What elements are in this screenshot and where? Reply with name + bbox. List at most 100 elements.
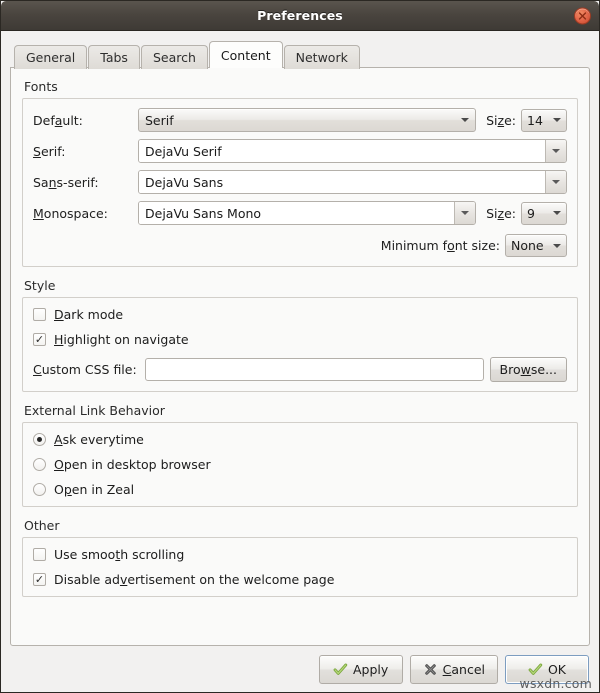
default-label-pre: Def [33, 113, 55, 128]
minimum-font-size-combo[interactable]: None [505, 234, 567, 257]
disable-advertisement-label: Disable advertisement on the welcome pag… [54, 572, 334, 587]
radio-open-in-desktop-browser-label: Open in desktop browser [54, 457, 211, 472]
monospace-font-label: Monospace: [33, 206, 138, 221]
chevron-down-icon [553, 244, 561, 248]
sans-serif-font-label: Sans-serif: [33, 175, 138, 190]
cancel-label: Cancel [443, 662, 485, 677]
smooth-scrolling-label: Use smooth scrolling [54, 547, 184, 562]
sans-serif-font-combo[interactable]: DejaVu Sans [138, 170, 567, 194]
tab-search[interactable]: Search [141, 45, 208, 69]
monospace-font-value[interactable]: DejaVu Sans Mono [139, 202, 454, 224]
chevron-down-icon [552, 180, 560, 184]
default-font-row: Default: Serif Size: 14 [33, 108, 567, 132]
smooth-label-pre: Use smoo [54, 547, 115, 562]
sans-serif-font-dropdown-button[interactable] [545, 171, 566, 193]
radio-ask-everytime-row[interactable]: Ask everytime [33, 432, 567, 447]
disable-advertisement-checkbox-row[interactable]: ✓ Disable advertisement on the welcome p… [33, 572, 567, 587]
tab-content[interactable]: Content [209, 41, 283, 68]
custom-css-input[interactable] [145, 358, 484, 381]
tab-tabs-label: Tabs [100, 50, 128, 65]
browse-label-post: se... [531, 362, 557, 377]
opt0-label-post: sk everytime [63, 432, 144, 447]
monospace-size-combo[interactable]: 9 [521, 202, 567, 225]
custom-css-label-mnemonic: C [33, 362, 42, 377]
dialog-footer: Apply Cancel OK wsxdn.com [1, 646, 599, 692]
radio-open-in-desktop-browser[interactable] [33, 458, 46, 471]
sans-serif-label-post: s-serif: [57, 175, 99, 190]
default-size-label-pre: Si [486, 113, 497, 128]
default-font-label: Default: [33, 113, 138, 128]
tab-tabs[interactable]: Tabs [88, 45, 140, 69]
smooth-label-post: h scrolling [120, 547, 184, 562]
smooth-scrolling-checkbox-row[interactable]: Use smooth scrolling [33, 547, 567, 562]
tab-search-label: Search [153, 50, 196, 65]
monospace-font-dropdown-button[interactable] [454, 202, 475, 224]
opt2-label-post: en in Zeal [72, 482, 134, 497]
tab-content-label: Content [221, 48, 271, 63]
serif-font-value[interactable]: DejaVu Serif [139, 140, 545, 162]
dialog-body: General Tabs Search Content Network Font… [1, 31, 599, 646]
highlight-on-navigate-checkbox[interactable]: ✓ [33, 333, 46, 346]
highlight-on-navigate-checkbox-row[interactable]: ✓ Highlight on navigate [33, 332, 567, 347]
highlight-label-mnemonic: H [54, 332, 63, 347]
style-group: Style Dark mode ✓ Highlight on navigate … [22, 278, 578, 392]
fonts-group-frame: Default: Serif Size: 14 Serif: [22, 98, 578, 267]
radio-ask-everytime[interactable] [33, 433, 46, 446]
chevron-down-icon [553, 118, 561, 122]
minimum-font-size-label: Minimum font size: [381, 238, 500, 253]
external-link-group-frame: Ask everytime Open in desktop browser Op… [22, 422, 578, 507]
highlight-on-navigate-label: Highlight on navigate [54, 332, 189, 347]
minimum-label-pre: Minimum f [381, 238, 447, 253]
tab-general[interactable]: General [14, 45, 87, 69]
titlebar: Preferences [1, 1, 599, 31]
monospace-size-label-post: e: [504, 206, 516, 221]
serif-font-dropdown-button[interactable] [545, 140, 566, 162]
default-font-combo[interactable]: Serif [138, 108, 476, 132]
cancel-label-post: ancel [451, 662, 485, 677]
tab-network[interactable]: Network [284, 45, 360, 69]
ok-button[interactable]: OK [505, 655, 589, 684]
disable-advertisement-checkbox[interactable]: ✓ [33, 573, 46, 586]
radio-dot-icon [37, 437, 42, 442]
radio-ask-everytime-label: Ask everytime [54, 432, 144, 447]
serif-font-combo[interactable]: DejaVu Serif [138, 139, 567, 163]
default-label-post: ult: [62, 113, 83, 128]
monospace-label-post: onospace: [44, 206, 108, 221]
external-link-group-title: External Link Behavior [22, 403, 578, 418]
default-font-value: Serif [145, 113, 455, 128]
close-icon[interactable] [574, 7, 591, 24]
other-group-title: Other [22, 518, 578, 533]
monospace-font-combo[interactable]: DejaVu Sans Mono [138, 201, 476, 225]
sans-serif-font-row: Sans-serif: DejaVu Sans [33, 170, 567, 194]
opt1-label-mnemonic: O [54, 457, 64, 472]
disable-ad-label-post: ertisement on the welcome page [127, 572, 334, 587]
sans-serif-label-pre: Sa [33, 175, 49, 190]
cancel-button[interactable]: Cancel [410, 655, 498, 684]
monospace-size-label: Size: [486, 206, 516, 221]
sans-serif-font-value[interactable]: DejaVu Sans [139, 171, 545, 193]
default-size-combo[interactable]: 14 [521, 109, 567, 132]
opt0-label-mnemonic: A [54, 432, 63, 447]
browse-button[interactable]: Browse... [490, 357, 567, 382]
radio-open-in-zeal-row[interactable]: Open in Zeal [33, 482, 567, 497]
opt2-label-pre: O [54, 482, 64, 497]
smooth-scrolling-checkbox[interactable] [33, 548, 46, 561]
x-icon [423, 662, 438, 677]
radio-open-in-zeal[interactable] [33, 483, 46, 496]
chevron-down-icon [461, 118, 469, 122]
chevron-down-icon [461, 211, 469, 215]
opt2-label-mnemonic: p [64, 482, 72, 497]
custom-css-row: Custom CSS file: Browse... [33, 357, 567, 382]
minimum-label-post: nt size: [455, 238, 500, 253]
custom-css-label-post: ustom CSS file: [42, 362, 137, 377]
dark-mode-checkbox-row[interactable]: Dark mode [33, 307, 567, 322]
minimum-label-mnemonic: o [447, 238, 455, 253]
external-link-group: External Link Behavior Ask everytime Ope… [22, 403, 578, 507]
opt1-label-post: pen in desktop browser [64, 457, 211, 472]
apply-button[interactable]: Apply [319, 655, 403, 684]
window-title: Preferences [257, 8, 343, 23]
ok-label: OK [548, 662, 566, 677]
radio-open-in-desktop-browser-row[interactable]: Open in desktop browser [33, 457, 567, 472]
dark-mode-checkbox[interactable] [33, 308, 46, 321]
browse-label-pre: Bro [500, 362, 521, 377]
